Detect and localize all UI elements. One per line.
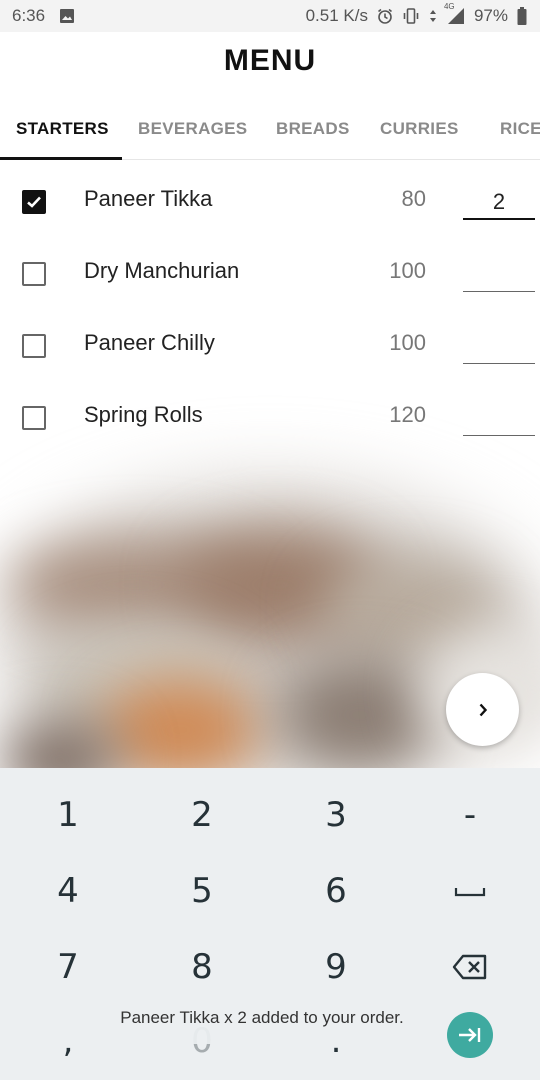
quantity-input[interactable]: [463, 326, 535, 364]
key-2[interactable]: 2: [152, 780, 252, 850]
key-space[interactable]: [420, 856, 520, 926]
tab-starters[interactable]: STARTERS: [16, 100, 109, 159]
vibrate-icon: [402, 7, 420, 25]
item-checkbox[interactable]: [22, 406, 46, 430]
item-price: 100: [389, 258, 426, 283]
item-price: 120: [389, 402, 426, 427]
item-name: Dry Manchurian: [84, 258, 240, 283]
key-label: 3: [325, 795, 347, 835]
tab-curries[interactable]: CURRIES: [380, 100, 459, 159]
quantity-input[interactable]: [463, 182, 535, 220]
key-label: 1: [57, 795, 79, 835]
item-checkbox[interactable]: [22, 262, 46, 286]
key-enter[interactable]: [447, 1012, 493, 1058]
chevron-right-icon: [479, 703, 487, 716]
status-bar: 6:36 0.51 K/s 4G 97%: [0, 0, 540, 32]
tab-rice[interactable]: RICE: [500, 100, 540, 159]
key-5[interactable]: 5: [152, 856, 252, 926]
category-tabs: STARTERS BEVERAGES BREADS CURRIES RICE: [0, 100, 540, 160]
space-icon: [454, 888, 486, 897]
menu-content: Paneer Tikka 80 Dry Manchurian 100 Panee…: [0, 160, 540, 768]
key-4[interactable]: 4: [18, 856, 118, 926]
battery-icon: [516, 6, 528, 26]
status-time: 6:36: [12, 6, 46, 25]
key-label: 4: [57, 871, 79, 911]
data-arrows-icon: [428, 7, 438, 25]
key-6[interactable]: 6: [286, 856, 386, 926]
tab-beverages[interactable]: BEVERAGES: [138, 100, 247, 159]
key-label: 2: [191, 795, 213, 835]
next-button[interactable]: [446, 673, 519, 746]
item-name: Paneer Tikka: [84, 186, 213, 211]
toast-message: Paneer Tikka x 2 added to your order.: [88, 992, 436, 1044]
item-name: Paneer Chilly: [84, 330, 215, 355]
menu-item-row: Paneer Tikka 80: [0, 162, 540, 234]
item-name: Spring Rolls: [84, 402, 203, 427]
key-label: -: [463, 795, 477, 835]
key-label: 6: [325, 871, 347, 911]
key-1[interactable]: 1: [18, 780, 118, 850]
quantity-input[interactable]: [463, 398, 535, 436]
battery-percent: 97%: [473, 6, 508, 25]
key-label: 7: [57, 947, 79, 987]
item-price: 100: [389, 330, 426, 355]
alarm-icon: [376, 7, 394, 25]
network-type: 4G: [443, 2, 455, 11]
page-title: MENU: [223, 44, 317, 77]
key-label: 8: [191, 947, 213, 987]
menu-item-row: Dry Manchurian 100: [0, 234, 540, 306]
menu-item-row: Spring Rolls 120: [0, 378, 540, 450]
item-checkbox[interactable]: [22, 334, 46, 358]
enter-icon: [459, 1028, 481, 1042]
key-3[interactable]: 3: [286, 780, 386, 850]
check-icon: [27, 196, 41, 208]
network-speed: 0.51 K/s: [305, 6, 368, 25]
key-label: 9: [325, 947, 347, 987]
image-icon: [59, 8, 75, 24]
key-label: ,: [62, 1021, 74, 1061]
key-minus[interactable]: -: [420, 780, 520, 850]
status-left: 6:36: [12, 6, 75, 26]
quantity-input[interactable]: [463, 254, 535, 292]
status-right: 0.51 K/s 4G 97%: [305, 2, 528, 26]
menu-item-row: Paneer Chilly 100: [0, 306, 540, 378]
tab-breads[interactable]: BREADS: [276, 100, 350, 159]
key-label: 5: [191, 871, 213, 911]
item-price: 80: [401, 186, 426, 211]
key-backspace[interactable]: [420, 932, 520, 1002]
backspace-icon: [452, 954, 487, 980]
signal-icon: 4G: [444, 2, 466, 26]
item-checkbox[interactable]: [22, 190, 46, 214]
